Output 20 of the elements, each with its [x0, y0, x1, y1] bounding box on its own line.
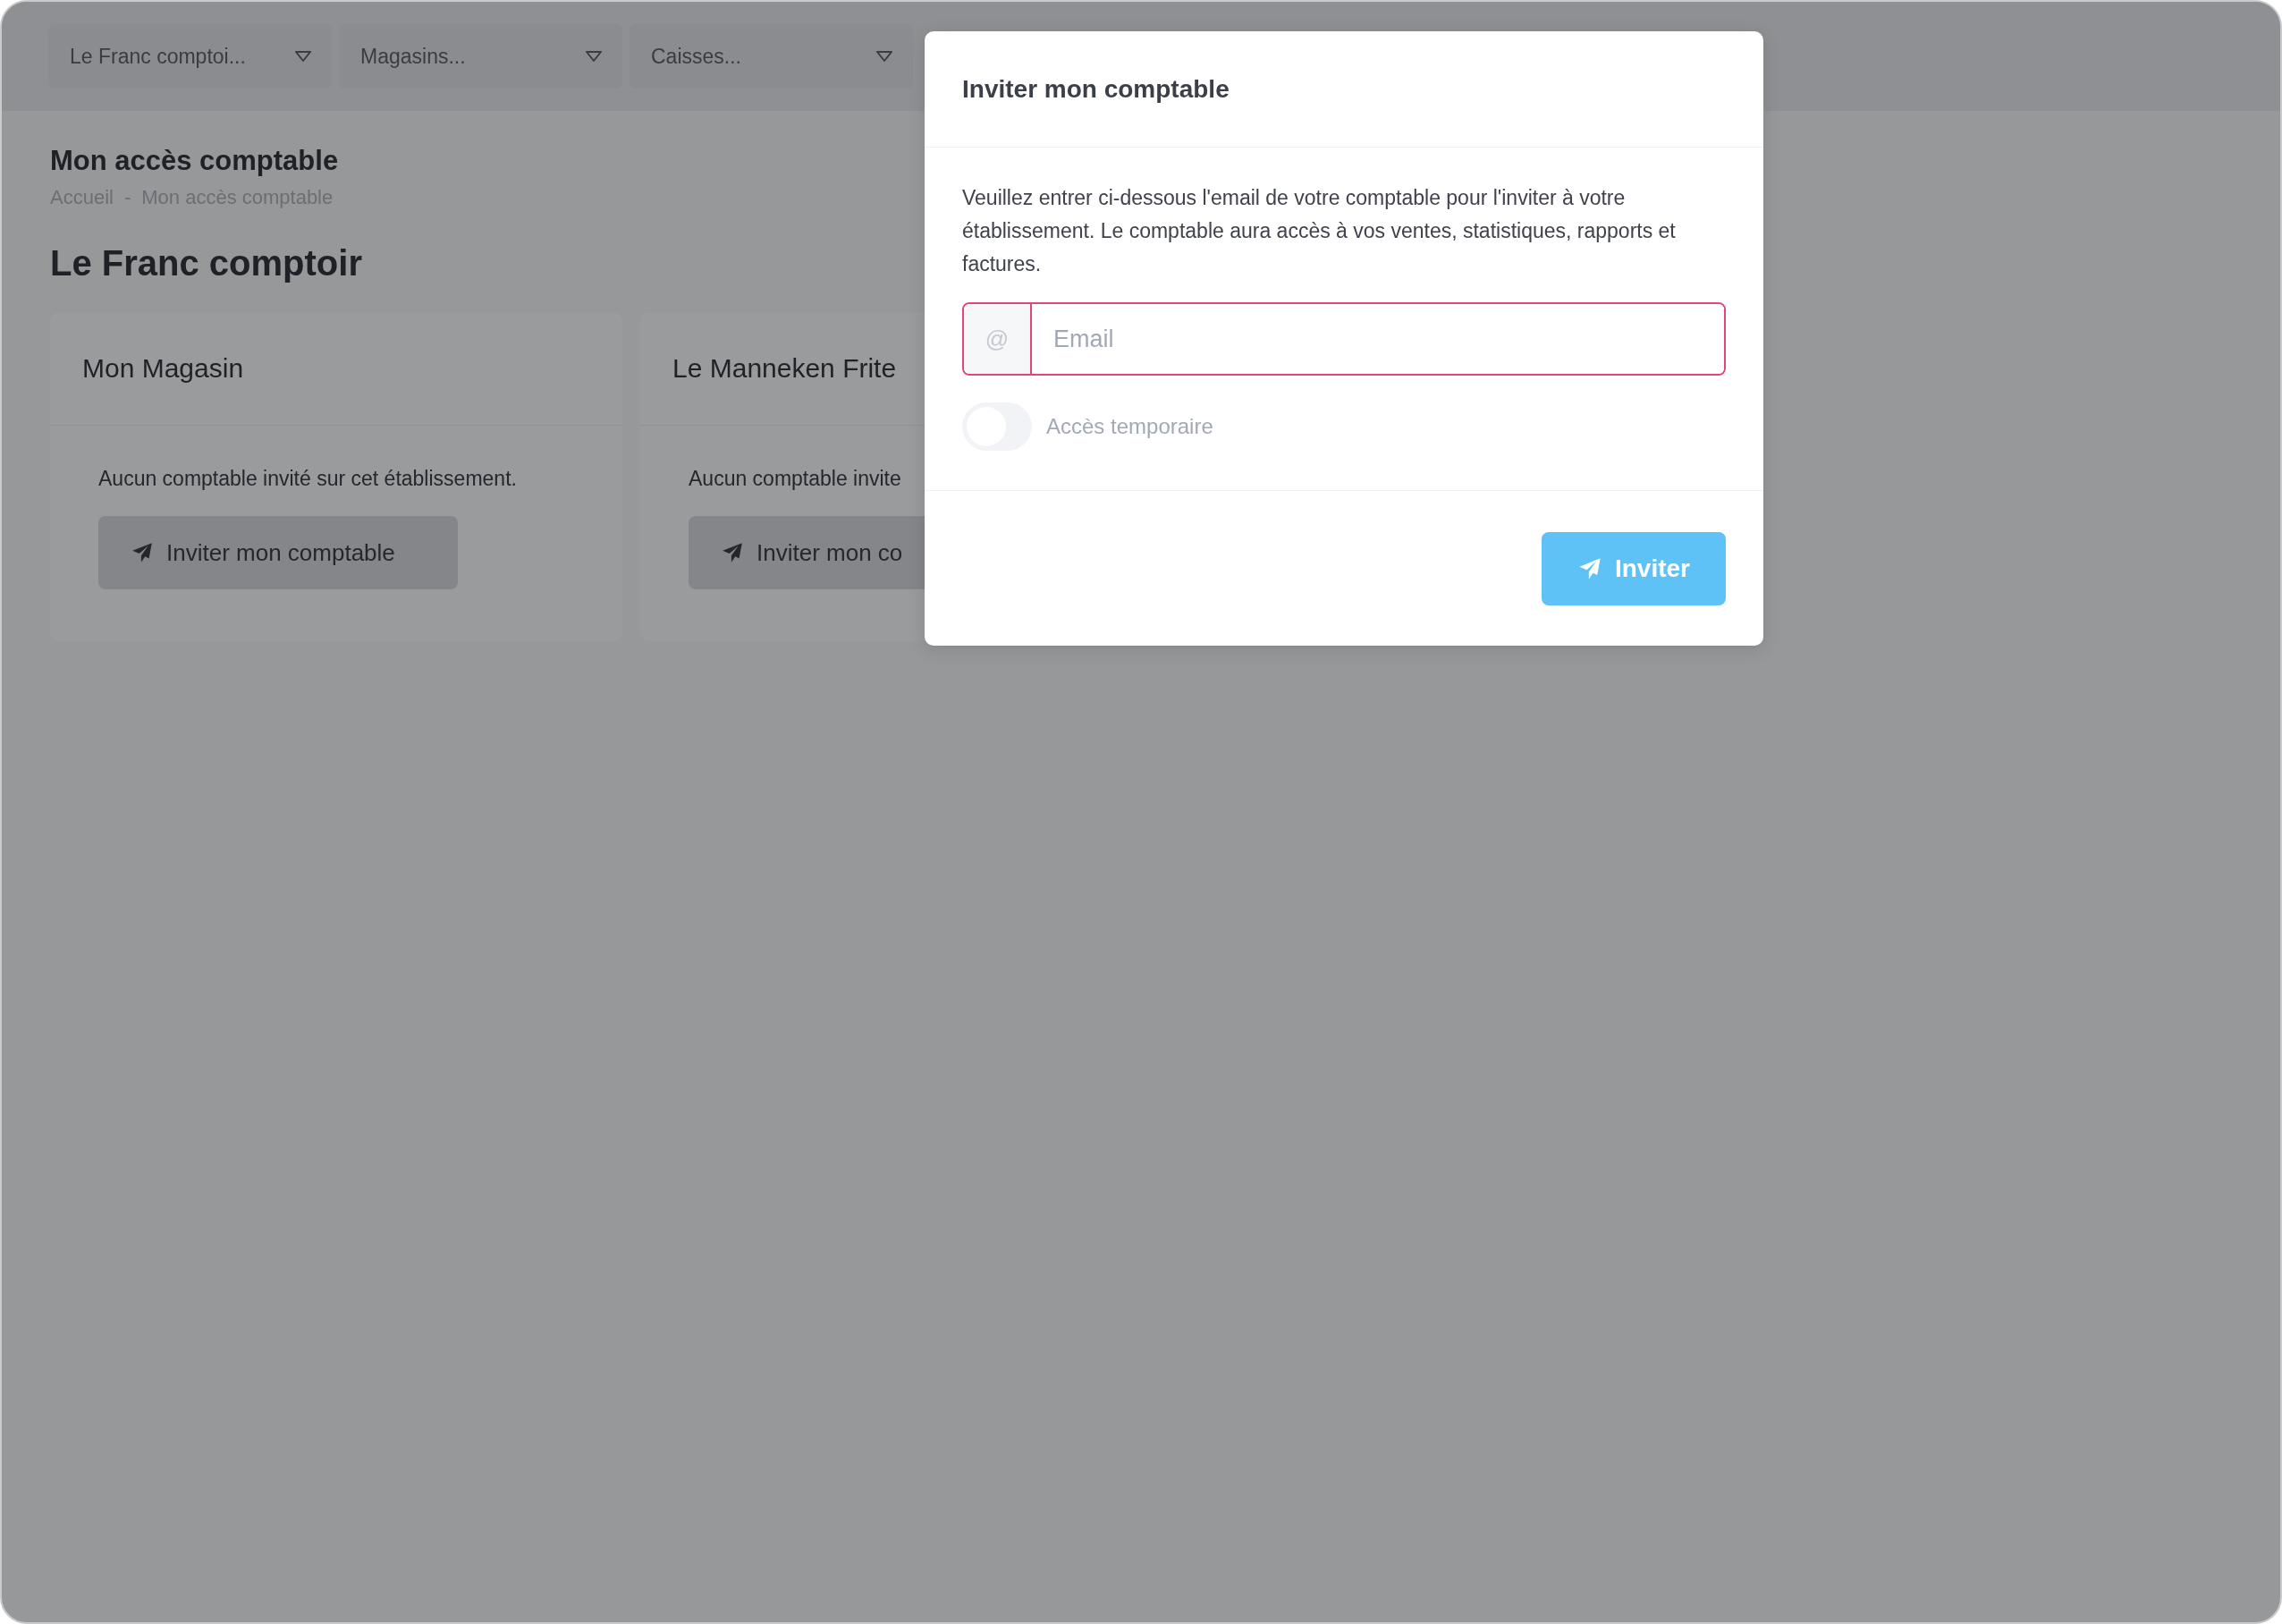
company-heading: Le Franc comptoir: [50, 243, 362, 283]
paper-plane-icon: [721, 541, 744, 564]
store-name: Le Manneken Frite: [672, 353, 897, 384]
dialog-description: Veuillez entrer ci-dessous l'email de votre comptable pour l'inviter à votre établissement. Le comptable aura accès à vos ventes, statistiques, rapports et factures.: [962, 185, 1677, 277]
caret-icon: [294, 50, 312, 63]
caret-icon: [875, 50, 893, 63]
filter-dropdown[interactable]: Caisses...: [630, 24, 913, 89]
at-sign-icon: @: [985, 327, 1010, 351]
breadcrumb-separator: -: [123, 186, 131, 209]
empty-message: Aucun comptable invité sur cet établissement.: [98, 467, 517, 491]
dialog-title: Inviter mon comptable: [962, 74, 1230, 104]
invite-button[interactable]: Inviter mon comptable: [98, 516, 458, 589]
switch-label: Accès temporaire: [1046, 414, 1213, 439]
filter-dropdown[interactable]: Magasins...: [339, 24, 622, 89]
paper-plane-icon: [131, 541, 154, 564]
caret-icon: [585, 50, 603, 63]
store-name: Mon Magasin: [82, 353, 244, 384]
filter-dropdown[interactable]: Le Franc comptoi...: [48, 24, 332, 89]
empty-message: Aucun comptable invite: [689, 467, 901, 491]
page-title: Mon accès comptable: [50, 145, 339, 177]
